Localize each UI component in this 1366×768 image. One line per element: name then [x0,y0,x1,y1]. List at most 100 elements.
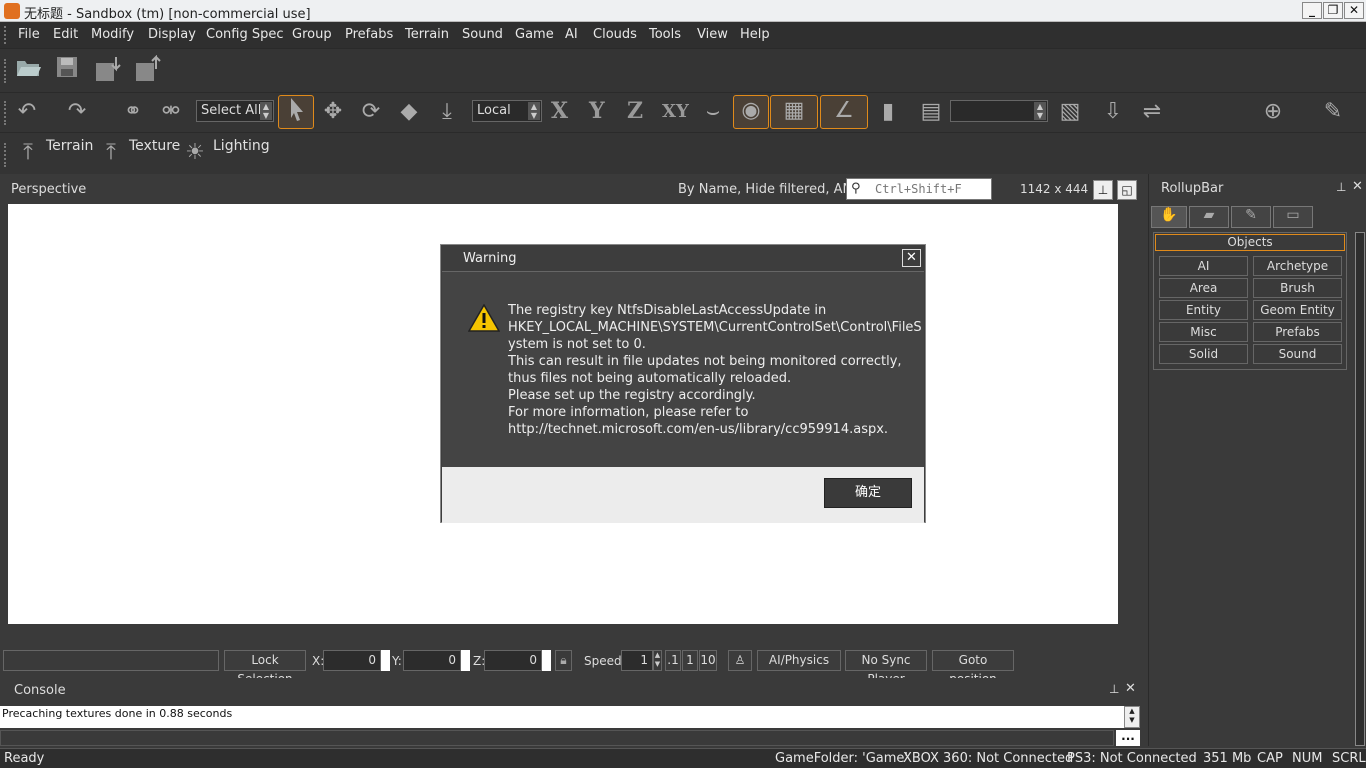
object-button-prefabs[interactable]: Prefabs [1253,322,1342,342]
objects-header[interactable]: Objects [1155,234,1345,251]
scale-tool-icon[interactable]: ◆ [394,97,424,127]
axis-z-button[interactable]: Z [627,98,643,124]
ai-physics-button[interactable]: AI/Physics [757,650,841,671]
menu-sound[interactable]: Sound [462,27,503,42]
link-icon[interactable]: ⚭ [118,97,148,127]
sync-icon[interactable]: ⇌ [1137,97,1167,127]
save-icon[interactable] [52,55,82,85]
texture-button[interactable]: Texture [129,138,180,154]
menu-edit[interactable]: Edit [53,27,78,42]
menu-config-spec[interactable]: Config Spec [206,27,284,42]
camera-snap-icon[interactable]: ◉ [733,95,769,129]
terrain-button[interactable]: Terrain [46,138,93,154]
pin-icon[interactable]: ⊥ [1336,180,1346,194]
object-button-geom-entity[interactable]: Geom Entity [1253,300,1342,320]
layer-dropdown[interactable]: ▲ ▼ [950,100,1048,122]
object-button-entity[interactable]: Entity [1159,300,1248,320]
export-icon[interactable] [134,54,164,85]
speed-1-button[interactable]: 1 [682,650,698,671]
lifebuoy-icon[interactable]: ⊕ [1258,97,1288,127]
close-button[interactable]: ✕ [1344,2,1364,19]
object-button-sound[interactable]: Sound [1253,344,1342,364]
grid-snap-icon[interactable]: ▦ [770,95,818,129]
menu-game[interactable]: Game [515,27,554,42]
object-button-area[interactable]: Area [1159,278,1248,298]
axis-x-button[interactable]: X [551,98,568,124]
terrain-snap-icon[interactable]: ⌣ [698,97,728,127]
no-sync-player-button[interactable]: No Sync Player [845,650,927,686]
toolbar-grip[interactable] [4,59,7,83]
rotate-tool-icon[interactable]: ⟳ [356,97,386,127]
menu-file[interactable]: File [18,27,40,42]
toolbar-grip[interactable] [4,101,7,125]
ok-button[interactable]: 确定 [824,478,912,508]
axis-gizmo-icon[interactable]: ⊥ [1093,180,1113,200]
lock-selection-button[interactable]: Lock Selection [224,650,306,686]
lock-icon[interactable]: 🔒︎ [555,650,572,671]
console-input[interactable] [0,730,1114,746]
clear-layer-icon[interactable]: ▧ [1055,97,1085,127]
place-on-terrain-icon[interactable]: ⤓ [432,97,462,127]
goto-position-button[interactable]: Goto position [932,650,1014,686]
undo-icon[interactable]: ↶ [12,97,42,127]
paint-icon[interactable]: ✎ [1318,97,1348,127]
maximize-viewport-icon[interactable]: ◱ [1117,180,1137,200]
speed-spinner[interactable]: ▲ ▼ [653,650,662,671]
viewport-name[interactable]: Perspective [11,182,86,197]
open-folder-icon[interactable] [14,55,44,85]
lighting-icon[interactable]: ☀ [180,138,210,168]
menu-display[interactable]: Display [148,27,196,42]
layer-settings-icon[interactable]: ▤ [916,97,946,127]
move-tool-icon[interactable]: ✥ [318,97,348,127]
unlink-icon[interactable]: ⚮ [156,97,186,127]
object-button-archetype-entity[interactable]: Archetype Entity [1253,256,1342,291]
close-rollup-icon[interactable]: ✕ [1352,179,1363,194]
object-button-misc[interactable]: Misc [1159,322,1248,342]
save-as-icon[interactable] [94,55,124,85]
rollup-scrollbar[interactable] [1355,232,1365,746]
menu-modify[interactable]: Modify [91,27,134,42]
minimize-button[interactable]: _ [1302,2,1322,19]
export-level-icon[interactable]: ⇩ [1098,97,1128,127]
object-button-brush[interactable]: Brush [1253,278,1342,298]
texture-icon[interactable]: ⤒ [96,138,126,168]
menu-terrain[interactable]: Terrain [405,27,449,42]
console-scrollbar[interactable]: ▲ ▼ [1124,706,1140,728]
dialog-close-button[interactable]: ✕ [902,249,921,267]
lighting-button[interactable]: Lighting [213,138,270,154]
menu-help[interactable]: Help [740,27,770,42]
y-position-field[interactable]: 0 [403,650,461,671]
angle-snap-icon[interactable]: ∠ [820,95,868,129]
object-button-solid[interactable]: Solid [1159,344,1248,364]
y-spin[interactable] [461,650,470,671]
maximize-button[interactable]: ❐ [1323,2,1343,19]
speed-10-button[interactable]: 10 [699,650,717,671]
terrain-icon[interactable]: ⤒ [13,138,43,168]
reference-coord-dropdown[interactable]: Local ▲ ▼ [472,100,542,122]
toolbar-grip[interactable] [4,143,7,167]
console-more-button[interactable]: ... [1116,730,1140,746]
menu-prefabs[interactable]: Prefabs [345,27,393,42]
menu-tools[interactable]: Tools [649,27,681,42]
navigation-icon[interactable]: ♙ [728,650,752,671]
tab-display[interactable]: ▭ [1273,206,1313,228]
close-console-icon[interactable]: ✕ [1125,681,1136,696]
selection-mask-dropdown[interactable]: Select All ▲ ▼ [196,100,274,122]
tab-terrain[interactable]: ▰ [1189,206,1229,228]
menu-clouds[interactable]: Clouds [593,27,637,42]
z-position-field[interactable]: 0 [484,650,542,671]
select-tool-icon[interactable] [278,95,314,129]
search-input[interactable]: ⚲ Ctrl+Shift+F [846,178,992,200]
x-position-field[interactable]: 0 [323,650,381,671]
speed-0.1-button[interactable]: .1 [665,650,681,671]
toolbar-grip[interactable] [4,26,7,44]
pin-icon[interactable]: ⊥ [1109,682,1119,696]
speed-field[interactable]: 1 [621,650,653,671]
tab-modify[interactable]: ✎ [1231,206,1271,228]
menu-view[interactable]: View [697,27,728,42]
ruler-icon[interactable]: ▮ [873,97,903,127]
redo-icon[interactable]: ↷ [62,97,92,127]
menu-group[interactable]: Group [292,27,332,42]
menu-ai[interactable]: AI [565,27,578,42]
selection-name-field[interactable] [3,650,219,671]
